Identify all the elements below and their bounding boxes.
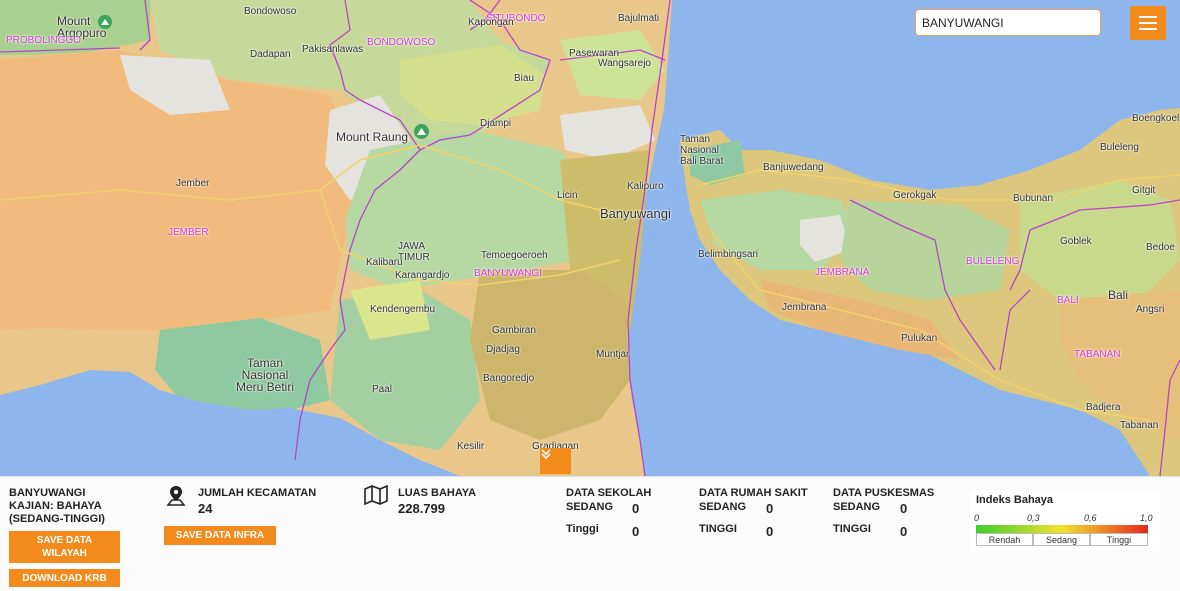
map-pin-icon — [166, 485, 186, 512]
sekolah-tinggi-value: 0 — [632, 524, 640, 539]
map-label-dadapan: Dadapan — [250, 49, 291, 60]
kajian-label: KAJIAN: BAHAYA (SEDANG-TINGGI) — [9, 500, 105, 525]
mountain-icon — [98, 15, 112, 29]
search-input[interactable] — [915, 9, 1101, 36]
data-sekolah-title: DATA SEKOLAH — [566, 487, 652, 499]
map-label-belimbingsari: Belimbingsari — [698, 249, 759, 260]
map-label-djadjag: Djadjag — [486, 344, 520, 355]
map-label-badjera: Badjera — [1086, 402, 1121, 413]
sekolah-sedang-label: SEDANG — [566, 501, 614, 513]
map-label-wangsarejo: Wangsarejo — [598, 58, 651, 69]
map-label-temoegoeroeh: Temoegoeroeh — [481, 250, 548, 261]
save-data-infra-button[interactable]: SAVE DATA INFRA — [164, 526, 276, 545]
map-label-gambiran: Gambiran — [492, 325, 536, 336]
map-label-kesilir: Kesilir — [457, 441, 485, 452]
sekolah-sedang-value: 0 — [632, 501, 640, 516]
map-label-bali-admin: BALI — [1057, 295, 1079, 306]
legend-tick: 0,6 — [1084, 513, 1097, 523]
puskesmas-tinggi-label: TINGGI — [833, 523, 871, 535]
map-label-jembrana-town: Jembrana — [782, 302, 827, 313]
map-label-muntjar: Muntjar — [596, 349, 630, 360]
map-label-karangardjo: Karangardjo — [395, 270, 450, 281]
map-label-buleleng-town: Buleleng — [1100, 142, 1139, 153]
puskesmas-tinggi-value: 0 — [900, 524, 908, 539]
legend-gradient-bar — [976, 525, 1148, 533]
puskesmas-sedang-label: SEDANG — [833, 501, 881, 513]
map-label-jember: JEMBER — [168, 227, 209, 238]
map-label-goblek: Goblek — [1060, 236, 1092, 247]
map-label-djampi: Djampi — [480, 118, 512, 129]
map-label-bali: Bali — [1108, 288, 1129, 302]
map-label-paal: Paal — [372, 384, 393, 395]
legend-category-sedang: Sedang — [1033, 533, 1090, 546]
map-label-mount-raung: Mount Raung — [336, 130, 409, 144]
map-label-jembrana: JEMBRANA — [815, 267, 870, 278]
map-icon — [364, 484, 388, 510]
map-label-banyuwangi: BANYUWANGI — [474, 268, 542, 279]
luas-bahaya-value: 228.799 — [398, 501, 445, 516]
puskesmas-sedang-value: 0 — [900, 501, 908, 516]
legend-tick: 0,3 — [1027, 513, 1040, 523]
hamburger-icon[interactable] — [1130, 6, 1166, 40]
hazard-legend: Indeks Bahaya 0 0,3 0,6 1,0 Rendah Sedan… — [970, 491, 1160, 551]
download-krb-button[interactable]: DOWNLOAD KRB — [9, 569, 120, 587]
map-label-bubunan: Bubunan — [1013, 193, 1054, 204]
map-label-pulukan: Pulukan — [901, 333, 938, 344]
rumah-sakit-sedang-label: SEDANG — [699, 501, 747, 513]
data-rumah-sakit-title: DATA RUMAH SAKIT — [699, 487, 808, 499]
map-label-pakisanlawas: Pakisanlawas — [302, 44, 364, 55]
map-label-boengkoelan: Boengkoel — [1132, 113, 1180, 124]
chevrons-down-icon[interactable] — [540, 448, 571, 474]
map-label-buleleng: BULELENG — [966, 256, 1020, 267]
jumlah-kecamatan-label: JUMLAH KECAMATAN — [198, 487, 317, 499]
map-label-gerokgak: Gerokgak — [893, 190, 937, 201]
map-canvas[interactable] — [0, 0, 1180, 476]
map-label-licin: Licin — [557, 190, 578, 201]
map-label-banyuwangi-city: Banyuwangi — [600, 206, 671, 221]
map-label-angsri: Angsri — [1136, 304, 1165, 315]
map-label-probolinggo: PROBOLINGGO — [6, 35, 82, 46]
map-label-biau: Biau — [514, 73, 535, 84]
map-label-bajulmati: Bajulmati — [618, 13, 660, 24]
sekolah-tinggi-label: Tinggi — [566, 523, 599, 535]
map-label-meru-betiri: Taman Nasional Meru Betiri — [236, 356, 295, 394]
legend-category-rendah: Rendah — [976, 533, 1033, 546]
map-label-bondowoso: BONDOWOSO — [367, 37, 436, 48]
rumah-sakit-tinggi-value: 0 — [766, 524, 774, 539]
map-label-tabanan: TABANAN — [1074, 349, 1121, 360]
map-label-bedoegoel: Bedoe — [1146, 242, 1175, 253]
map-label-gitgit: Gitgit — [1132, 185, 1156, 196]
map-label-bondowoso-town: Bondowoso — [244, 6, 297, 17]
mountain-icon — [414, 124, 429, 139]
map-label-jember-town: Jember — [176, 178, 210, 189]
save-data-wilayah-button[interactable]: SAVE DATA WILAYAH — [9, 531, 120, 563]
region-name: BANYUWANGI — [9, 487, 86, 499]
legend-title: Indeks Bahaya — [976, 494, 1054, 506]
legend-category-tinggi: Tinggi — [1090, 533, 1148, 546]
luas-bahaya-label: LUAS BAHAYA — [398, 487, 477, 499]
data-puskesmas-title: DATA PUSKESMAS — [833, 487, 935, 499]
map-label-kalibaru: Kalibaru — [366, 257, 403, 268]
map-label-bali-barat: Taman Nasional Bali Barat — [680, 134, 724, 167]
rumah-sakit-tinggi-label: TINGGI — [699, 523, 737, 535]
legend-tick: 1,0 — [1140, 513, 1153, 523]
jumlah-kecamatan-value: 24 — [198, 501, 213, 516]
map-label-kalipuro: Kalipuro — [627, 181, 664, 192]
map-label-banjuwedang: Banjuwedang — [763, 162, 824, 173]
legend-tick: 0 — [974, 513, 980, 523]
map-view[interactable]: Mount Argopuro PROBOLINGGO Bondowoso SIT… — [0, 0, 1180, 476]
map-label-kapongan: Kapongan — [468, 17, 514, 28]
map-label-kendengembu: Kendengembu — [370, 304, 436, 315]
rumah-sakit-sedang-value: 0 — [766, 501, 774, 516]
map-label-bangoredjo: Bangoredjo — [483, 373, 535, 384]
map-label-tabanan-town: Tabanan — [1120, 420, 1159, 431]
